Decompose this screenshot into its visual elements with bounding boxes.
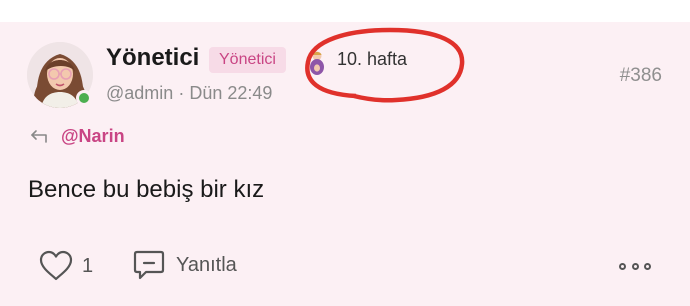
online-status-indicator bbox=[76, 90, 92, 106]
like-count: 1 bbox=[82, 254, 94, 277]
reply-to-user[interactable]: @Narin bbox=[61, 126, 125, 147]
heart-icon bbox=[39, 250, 73, 281]
pregnancy-week-label: 10. hafta bbox=[337, 49, 408, 69]
meta-separator: · bbox=[178, 83, 185, 103]
more-dots-icon bbox=[631, 262, 639, 270]
author-meta: @admin · Dün 22:49 bbox=[106, 83, 272, 104]
top-strip bbox=[0, 0, 690, 22]
more-dots-icon bbox=[619, 262, 626, 270]
more-dots-icon bbox=[644, 262, 651, 270]
author-handle[interactable]: @admin bbox=[106, 83, 173, 103]
reply-label: Yanıtla bbox=[176, 253, 237, 276]
post-timestamp[interactable]: Dün 22:49 bbox=[189, 83, 272, 103]
role-badge: Yönetici bbox=[209, 47, 286, 73]
post-number[interactable]: #386 bbox=[620, 65, 662, 87]
reply-button[interactable]: Yanıtla bbox=[132, 248, 237, 282]
baby-icon bbox=[310, 51, 324, 75]
post-body: Bence bu bebiş bir kız bbox=[28, 176, 265, 203]
like-button[interactable]: 1 bbox=[38, 250, 93, 282]
more-options-button[interactable] bbox=[619, 258, 651, 274]
author-display-name[interactable]: Yönetici bbox=[106, 44, 199, 72]
speech-bubble-icon bbox=[133, 250, 165, 280]
reply-arrow-icon bbox=[31, 130, 47, 143]
post-card: Yönetici Yönetici 10. hafta @admin · Dün… bbox=[0, 22, 690, 306]
